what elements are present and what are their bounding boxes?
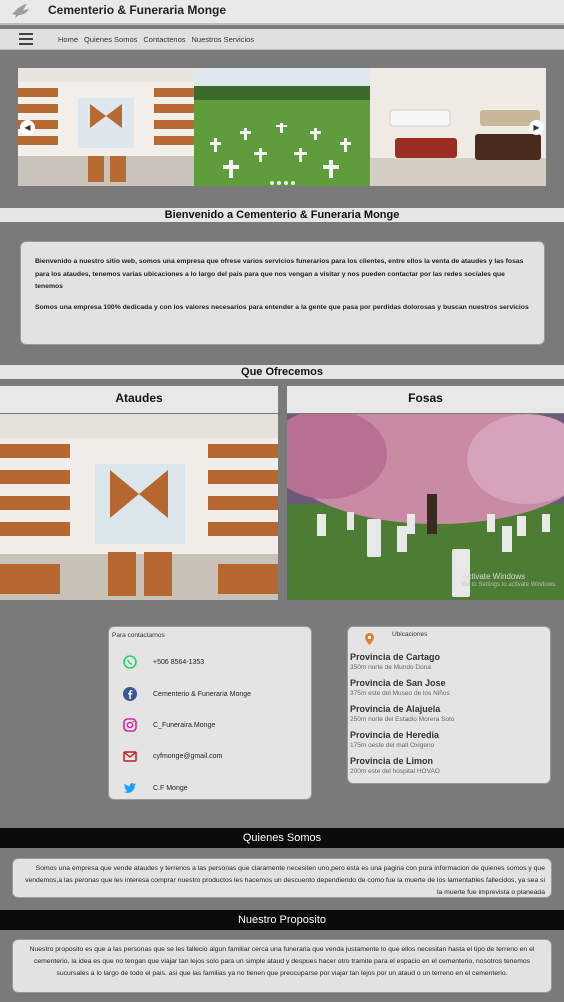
watermark: Activate Windows Go to Settings to activ… — [462, 572, 557, 589]
image-carousel[interactable]: ◀ ▶ — [18, 68, 546, 186]
location-address: 350m norte de Mundo Dona — [350, 664, 431, 671]
welcome-box: Bienvenido a nuestro sitio web, somos un… — [20, 241, 545, 345]
fosas-title: Fosas — [287, 386, 564, 413]
chevron-right-icon[interactable]: ▶ — [529, 120, 544, 135]
location-name: Provincia de Cartago — [350, 652, 441, 662]
contact-email-text: cyfmonge@gmail.com — [153, 752, 223, 760]
whatsapp-icon — [123, 655, 137, 669]
contact-facebook[interactable]: Cementerio & Funeraria Monge — [123, 687, 251, 701]
nav-link-contactenos[interactable]: Contactenos — [143, 35, 185, 44]
offer-heading: Que Ofrecemos — [0, 365, 564, 379]
about-text: Somos una empresa que vende ataudes y te… — [12, 858, 552, 898]
ataudes-image — [0, 414, 278, 600]
instagram-icon — [123, 718, 137, 732]
nav-bar: Home Quienes Somos Contactenos Nuestros … — [0, 29, 564, 50]
chevron-left-icon[interactable]: ◀ — [20, 120, 35, 135]
nav-link-servicios[interactable]: Nuestros Servicios — [192, 35, 255, 44]
carousel-slide-coffin-display — [370, 68, 546, 186]
location-address: 375m este del Museo de los Niños — [350, 690, 450, 697]
carousel-slide-cemetery — [194, 68, 370, 186]
carousel-dot[interactable] — [277, 181, 281, 185]
facebook-icon — [123, 687, 137, 701]
carousel-dot[interactable] — [270, 181, 274, 185]
location-name: Provincia de Limon — [350, 756, 434, 766]
location-address: 250m norte del Estadio Morera Soto — [350, 716, 455, 723]
carousel-dot[interactable] — [284, 181, 288, 185]
carousel-indicators — [270, 181, 295, 185]
twitter-icon — [123, 783, 136, 793]
nav-link-home[interactable]: Home — [58, 35, 78, 44]
mail-icon — [123, 751, 137, 762]
contact-whatsapp-text: +506 8564-1353 — [153, 658, 205, 666]
carousel-dot[interactable] — [291, 181, 295, 185]
welcome-heading: Bienvenido a Cementerio & Funeraria Mong… — [0, 208, 564, 222]
location-name: Provincia de Alajuela — [350, 704, 441, 714]
nav-link-quienes-somos[interactable]: Quienes Somos — [84, 35, 137, 44]
location-address: 175m oeste del mall Oxigeno — [350, 742, 435, 749]
location-name: Provincia de San Jose — [350, 678, 446, 688]
ataudes-title: Ataudes — [0, 386, 278, 413]
top-header: Cementerio & Funeraria Monge — [0, 0, 564, 25]
contact-card: Para contactarnos +506 8564-1353 Cemente… — [108, 626, 312, 800]
dove-icon — [12, 4, 29, 18]
welcome-paragraph-2: Somos una empresa 100% dedicada y con lo… — [35, 303, 529, 311]
contact-title: Para contactarnos — [112, 632, 165, 639]
purpose-text: Nuestro proposito es que a las personas … — [12, 939, 552, 993]
carousel-slide-coffins — [18, 68, 194, 186]
nav-links: Home Quienes Somos Contactenos Nuestros … — [58, 35, 254, 44]
about-heading: Quienes Somos — [0, 828, 564, 848]
purpose-heading: Nuestro Proposito — [0, 910, 564, 930]
locations-card: Ubicaciones Provincia de Cartago 350m no… — [347, 626, 551, 784]
brand-title[interactable]: Cementerio & Funeraria Monge — [48, 3, 226, 17]
contact-twitter-text: C.F Monge — [153, 784, 188, 792]
welcome-paragraph-1: Bienvenido a nuestro sitio web, somos un… — [35, 258, 524, 291]
location-name: Provincia de Heredia — [350, 730, 440, 740]
locations-list: Provincia de Cartago 350m norte de Mundo… — [350, 651, 454, 781]
watermark-line-2: Go to Settings to activate Windows. — [462, 581, 557, 588]
contact-facebook-text: Cementerio & Funeraria Monge — [153, 690, 252, 698]
hamburger-icon[interactable] — [19, 33, 33, 45]
contact-whatsapp[interactable]: +506 8564-1353 — [123, 655, 204, 669]
locations-title: Ubicaciones — [392, 631, 428, 638]
watermark-line-1: Activate Windows — [462, 572, 526, 581]
location-address: 200m este del hospital HOVAO — [350, 768, 440, 775]
contact-email[interactable]: cyfmonge@gmail.com — [123, 749, 222, 763]
map-pin-icon — [365, 633, 374, 645]
contact-twitter[interactable]: C.F Monge — [123, 781, 188, 795]
contact-instagram-text: C_Funeraira.Monge — [153, 721, 216, 729]
contact-instagram[interactable]: C_Funeraira.Monge — [123, 718, 215, 732]
